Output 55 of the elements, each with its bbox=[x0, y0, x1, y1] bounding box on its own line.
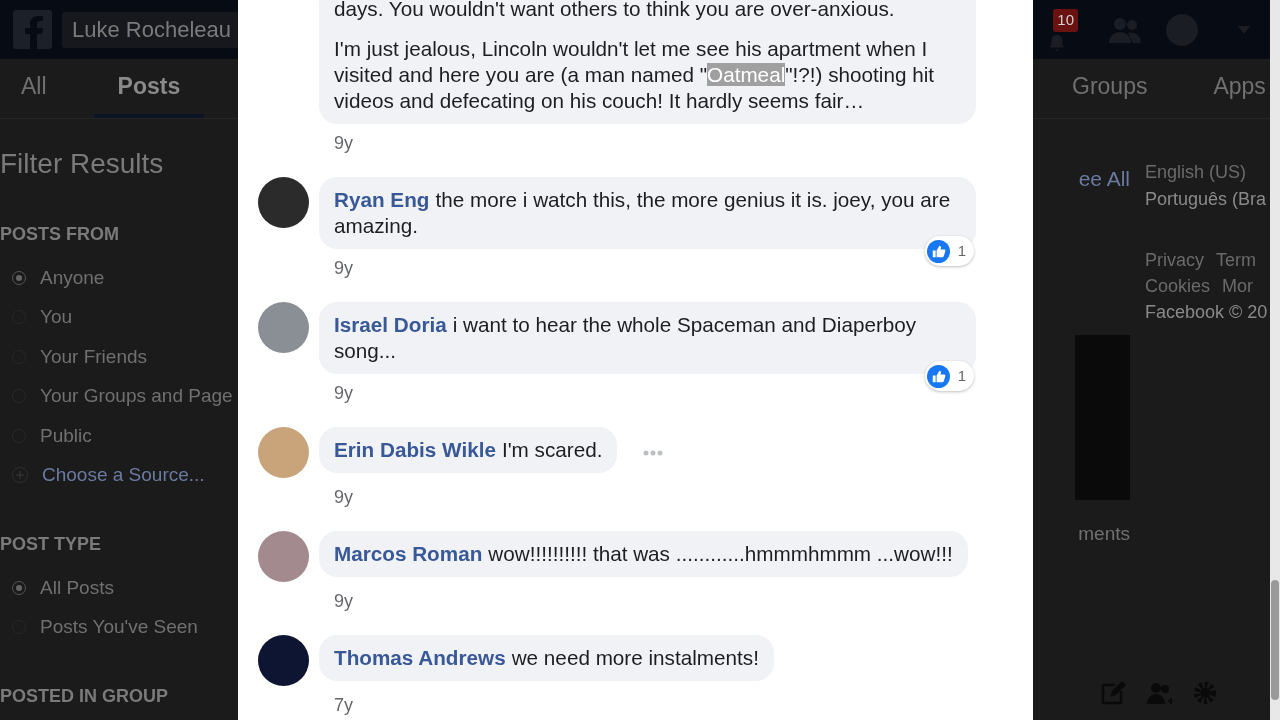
footer-link[interactable]: Cookies bbox=[1145, 273, 1211, 299]
copyright-text: Facebook © 20 bbox=[1145, 301, 1268, 324]
comment-time[interactable]: 9y bbox=[334, 130, 353, 157]
comment-text: I'm just jealous, Lincoln wouldn't let me see his apartment when I visited and here you are (a man named "Oatmeal"!?!) shooting hit videos and defecating on his couch! It hardly seems fair… bbox=[334, 36, 936, 114]
thumbs-up-icon bbox=[926, 239, 950, 263]
video-caption: ments bbox=[1078, 521, 1130, 546]
tab[interactable]: Groups bbox=[1071, 59, 1149, 118]
notification-count-badge: 10 bbox=[1053, 9, 1078, 32]
scrollbar[interactable] bbox=[1270, 0, 1280, 720]
comment-text: Thomas Andrews we need more instalments! bbox=[334, 645, 759, 671]
filter-option[interactable]: Your Groups and Page bbox=[40, 382, 233, 411]
comment-text: Erin Dabis Wikle I'm scared. bbox=[334, 437, 603, 463]
language-link[interactable]: English (US) bbox=[1145, 159, 1247, 186]
scrollbar-thumb[interactable] bbox=[1271, 580, 1279, 700]
language-link[interactable]: Português (Bra bbox=[1145, 186, 1267, 213]
comment-text: Israel Doria i want to hear the whole Spaceman and Diaperboy song... bbox=[334, 312, 918, 364]
comment-time[interactable]: 9y bbox=[334, 380, 353, 407]
avatar[interactable] bbox=[258, 177, 309, 228]
more-options-icon[interactable] bbox=[643, 449, 664, 456]
footer-link[interactable]: Term bbox=[1216, 247, 1256, 273]
reaction-count: 1 bbox=[957, 241, 966, 261]
filter-option[interactable]: Choose a Source... bbox=[42, 461, 205, 490]
filter-option[interactable]: Public bbox=[40, 421, 92, 450]
comment-time[interactable]: 9y bbox=[334, 588, 353, 615]
comment-text: Marcos Roman wow!!!!!!!!!! that was ............hmmmhmmm ...wow!!! bbox=[334, 541, 953, 567]
filter-title: Filter Results bbox=[0, 147, 165, 181]
author-link[interactable]: Marcos Roman bbox=[334, 542, 483, 565]
thumbs-up-icon bbox=[926, 364, 950, 388]
tab[interactable]: All bbox=[20, 59, 48, 118]
filter-option[interactable]: You bbox=[40, 303, 73, 332]
reaction-count-badge[interactable]: 1 bbox=[924, 361, 974, 391]
comment-text: days. You wouldn't want others to think you are over-anxious. bbox=[334, 0, 896, 22]
author-link[interactable]: Ryan Eng bbox=[334, 188, 430, 211]
filter-option[interactable]: All Posts bbox=[40, 573, 114, 602]
tab[interactable]: Apps bbox=[1212, 59, 1267, 118]
comment-time[interactable]: 7y bbox=[334, 692, 353, 719]
tab[interactable]: Posts bbox=[93, 59, 205, 118]
footer-link[interactable]: Privacy bbox=[1145, 247, 1204, 273]
comment-time[interactable]: 9y bbox=[334, 484, 353, 511]
footer-link[interactable]: Mor bbox=[1222, 273, 1254, 299]
reaction-count: 1 bbox=[957, 366, 966, 386]
section-heading: POSTED IN GROUP bbox=[0, 685, 170, 708]
filter-option[interactable]: Anyone bbox=[40, 263, 105, 292]
author-link[interactable]: Israel Doria bbox=[334, 313, 447, 336]
filter-option[interactable]: Your Friends bbox=[40, 342, 148, 371]
comment-time[interactable]: 9y bbox=[334, 255, 353, 282]
see-all-link[interactable]: ee All bbox=[1078, 163, 1130, 195]
author-link[interactable]: Erin Dabis Wikle bbox=[334, 438, 496, 461]
section-heading: POST TYPE bbox=[0, 533, 103, 556]
avatar[interactable] bbox=[258, 635, 309, 686]
comment-text: Ryan Eng the more i watch this, the more genius it is. joey, you are amazing. bbox=[334, 187, 952, 239]
author-link[interactable]: Thomas Andrews bbox=[334, 646, 506, 669]
section-heading: POSTS FROM bbox=[0, 223, 120, 246]
filter-option[interactable]: Posts You've Seen bbox=[40, 613, 198, 642]
reaction-count-badge[interactable]: 1 bbox=[924, 236, 974, 266]
